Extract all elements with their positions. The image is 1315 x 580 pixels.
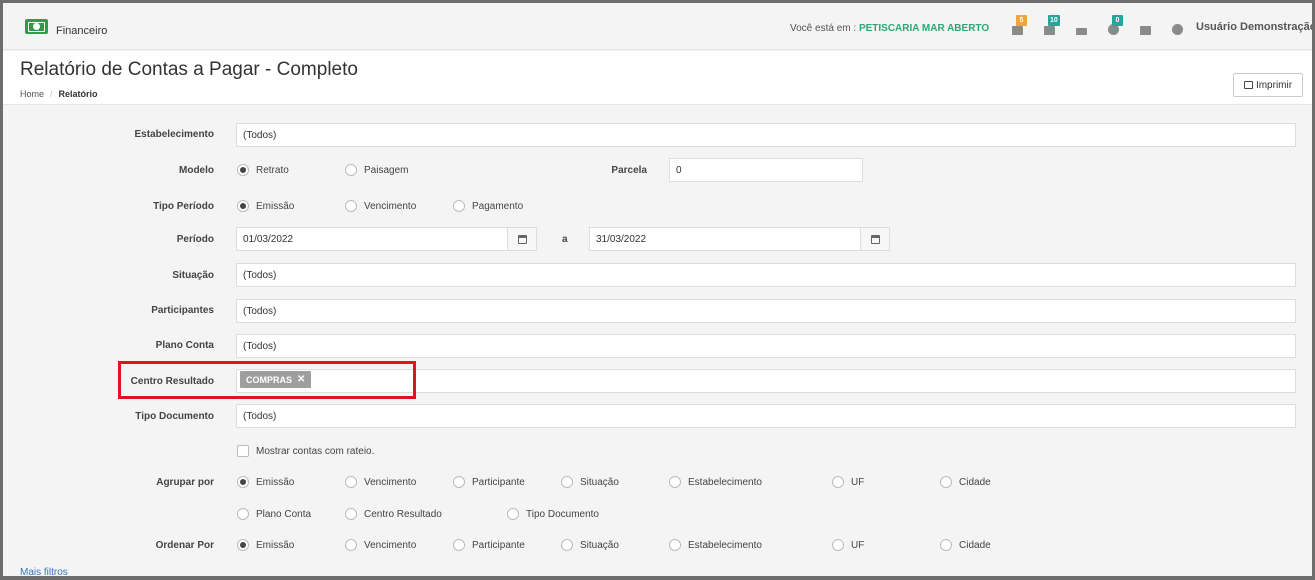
notification-badge: 0 bbox=[1112, 15, 1123, 26]
printer-icon bbox=[1243, 81, 1253, 89]
print-label: Imprimir bbox=[1255, 79, 1293, 91]
report-filter-form: Estabelecimento (Todos) Modelo Retrato P… bbox=[3, 106, 1312, 576]
section-label: Financeiro bbox=[56, 24, 108, 37]
ordenar-situacao-radio[interactable]: Situação bbox=[561, 539, 619, 551]
modelo-retrato-radio[interactable]: Retrato bbox=[237, 164, 289, 176]
situacao-select[interactable]: (Todos) bbox=[236, 263, 1296, 287]
top-navbar: Financeiro Você está em : PETISCARIA MAR… bbox=[3, 3, 1312, 50]
agrupar-plano-conta-radio[interactable]: Plano Conta bbox=[237, 508, 311, 520]
grid-icon[interactable]: 10 bbox=[1033, 15, 1065, 37]
help-icon[interactable] bbox=[1161, 15, 1193, 37]
brand[interactable]: Financeiro bbox=[25, 19, 108, 37]
app-window: Financeiro Você está em : PETISCARIA MAR… bbox=[3, 3, 1312, 576]
ordenar-emissao-radio[interactable]: Emissão bbox=[237, 539, 294, 551]
rateio-checkbox[interactable]: Mostrar contas com rateio. bbox=[237, 445, 374, 457]
periodo-end-input[interactable]: 31/03/2022 bbox=[589, 227, 861, 251]
location-prefix: Você está em : bbox=[790, 23, 859, 34]
agrupar-por-label: Agrupar por bbox=[156, 477, 214, 488]
more-filters-link[interactable]: Mais filtros bbox=[20, 567, 68, 576]
ordenar-por-label: Ordenar Por bbox=[155, 540, 214, 551]
notification-badge: 10 bbox=[1048, 15, 1060, 26]
agrupar-participante-radio[interactable]: Participante bbox=[453, 476, 525, 488]
participantes-label: Participantes bbox=[151, 305, 214, 316]
periodo-start-calendar-button[interactable] bbox=[507, 227, 537, 251]
modelo-label: Modelo bbox=[179, 165, 214, 176]
tipo-periodo-label: Tipo Período bbox=[153, 201, 214, 212]
agrupar-uf-radio[interactable]: UF bbox=[832, 476, 864, 488]
breadcrumb-home[interactable]: Home bbox=[20, 89, 44, 99]
periodo-separator: a bbox=[562, 234, 568, 245]
ordenar-estabelecimento-radio[interactable]: Estabelecimento bbox=[669, 539, 762, 551]
agrupar-tipo-documento-radio[interactable]: Tipo Documento bbox=[507, 508, 599, 520]
breadcrumb-current: Relatório bbox=[58, 89, 98, 99]
highlight-box bbox=[118, 361, 416, 399]
location-name[interactable]: PETISCARIA MAR ABERTO bbox=[859, 23, 989, 34]
page-title: Relatório de Contas a Pagar - Completo bbox=[20, 59, 358, 80]
top-icons: 5 10 0 bbox=[1001, 15, 1193, 37]
tipo-documento-label: Tipo Documento bbox=[135, 411, 214, 422]
periodo-start-input[interactable]: 01/03/2022 bbox=[236, 227, 508, 251]
calendar-icon bbox=[870, 234, 880, 244]
agrupar-centro-resultado-radio[interactable]: Centro Resultado bbox=[345, 508, 442, 520]
periodo-end-calendar-button[interactable] bbox=[860, 227, 890, 251]
ordenar-uf-radio[interactable]: UF bbox=[832, 539, 864, 551]
sitemap-icon[interactable]: 5 bbox=[1001, 15, 1033, 37]
plano-conta-label: Plano Conta bbox=[155, 340, 214, 351]
situacao-label: Situação bbox=[172, 270, 214, 281]
agrupar-vencimento-radio[interactable]: Vencimento bbox=[345, 476, 416, 488]
parcela-label: Parcela bbox=[611, 165, 647, 176]
tipo-periodo-pagamento-radio[interactable]: Pagamento bbox=[453, 200, 523, 212]
participantes-select[interactable]: (Todos) bbox=[236, 299, 1296, 323]
plano-conta-select[interactable]: (Todos) bbox=[236, 334, 1296, 358]
ordenar-vencimento-radio[interactable]: Vencimento bbox=[345, 539, 416, 551]
ordenar-participante-radio[interactable]: Participante bbox=[453, 539, 525, 551]
notification-badge: 5 bbox=[1016, 15, 1027, 26]
parcela-input[interactable]: 0 bbox=[669, 158, 863, 182]
money-icon bbox=[25, 19, 48, 34]
calendar-icon[interactable] bbox=[1129, 15, 1161, 37]
page-header: Relatório de Contas a Pagar - Completo H… bbox=[3, 51, 1312, 105]
estabelecimento-label: Estabelecimento bbox=[134, 129, 214, 140]
breadcrumb: Home / Relatório bbox=[20, 89, 98, 99]
tipo-documento-select[interactable]: (Todos) bbox=[236, 404, 1296, 428]
agrupar-cidade-radio[interactable]: Cidade bbox=[940, 476, 991, 488]
list-icon[interactable] bbox=[1065, 15, 1097, 37]
rateio-label: Mostrar contas com rateio. bbox=[256, 445, 375, 457]
modelo-paisagem-radio[interactable]: Paisagem bbox=[345, 164, 408, 176]
agrupar-estabelecimento-radio[interactable]: Estabelecimento bbox=[669, 476, 762, 488]
estabelecimento-select[interactable]: (Todos) bbox=[236, 123, 1296, 147]
current-location: Você está em : PETISCARIA MAR ABERTO bbox=[790, 23, 989, 34]
ordenar-cidade-radio[interactable]: Cidade bbox=[940, 539, 991, 551]
print-button[interactable]: Imprimir bbox=[1233, 73, 1303, 97]
agrupar-emissao-radio[interactable]: Emissão bbox=[237, 476, 294, 488]
periodo-label: Período bbox=[176, 234, 214, 245]
tipo-periodo-vencimento-radio[interactable]: Vencimento bbox=[345, 200, 416, 212]
agrupar-situacao-radio[interactable]: Situação bbox=[561, 476, 619, 488]
tipo-periodo-emissao-radio[interactable]: Emissão bbox=[237, 200, 294, 212]
user-menu[interactable]: Usuário Demonstração bbox=[1196, 21, 1312, 33]
calendar-icon bbox=[517, 234, 527, 244]
bell-icon[interactable]: 0 bbox=[1097, 15, 1129, 37]
